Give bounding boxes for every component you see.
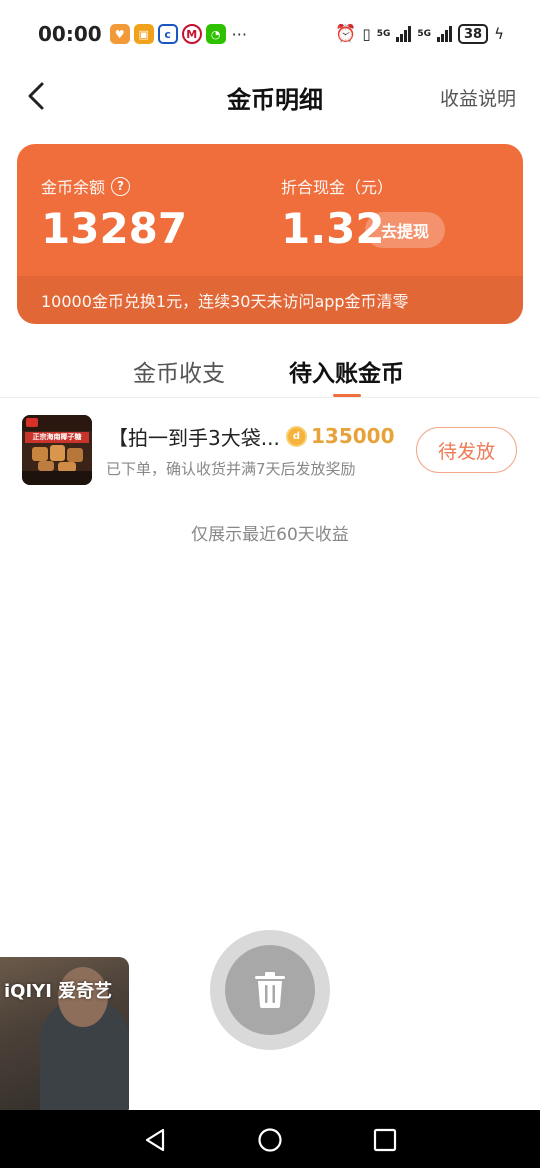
cash-equivalent-label: 折合现金（元）	[281, 178, 394, 197]
floating-delete-button[interactable]	[210, 930, 330, 1050]
iqiyi-logo: iQIYI 爱奇艺	[4, 981, 113, 1002]
status-bar: 00:00 ♥ ▣ c M ◔ ··· ⏰ ▯ 5G 5G 38 ϟ	[0, 0, 540, 68]
tab-coin-income-expense[interactable]: 金币收支	[133, 354, 225, 388]
charging-icon: ϟ	[494, 25, 504, 43]
coin-balance-label: 金币余额	[41, 178, 106, 197]
battery-icon: 38	[458, 24, 489, 44]
pending-status-button[interactable]: 待发放	[416, 427, 517, 473]
status-right: ⏰ ▯ 5G 5G 38 ϟ	[335, 24, 504, 44]
tab-bar: 金币收支 待入账金币	[0, 354, 540, 398]
app-notification-icon: ▣	[133, 24, 154, 44]
network-label: 5G	[417, 29, 431, 39]
signal-icon	[396, 26, 412, 42]
coin-balance-section: 金币余额 ? 13287	[41, 174, 187, 253]
balance-card: 金币余额 ? 13287 折合现金（元） 1.32 去提现 10000金币兑换1…	[17, 144, 523, 324]
product-thumbnail-caption: 正宗海南椰子糖	[25, 432, 89, 443]
history-range-note: 仅展示最近60天收益	[191, 525, 349, 545]
wechat-icon: ◔	[205, 24, 226, 44]
withdraw-button[interactable]: 去提现	[365, 212, 445, 248]
coin-balance-value: 13287	[41, 204, 188, 253]
signal-icon	[437, 26, 452, 42]
coin-reward-value: 135000	[311, 424, 395, 448]
list-item[interactable]: 正宗海南椰子糖 【拍一到手3大袋... d 135000 已下单，确认收货并满7…	[0, 412, 540, 492]
earnings-explanation-link[interactable]: 收益说明	[440, 84, 516, 111]
tab-pending-coins[interactable]: 待入账金币	[289, 354, 404, 388]
active-tab-indicator	[333, 394, 361, 397]
notification-icons: ♥ ▣ c M ◔	[109, 24, 226, 44]
recent-apps-square-icon[interactable]	[373, 1128, 397, 1152]
product-thumbnail: 正宗海南椰子糖	[22, 415, 92, 485]
battery-level: 38	[464, 26, 483, 42]
trash-icon	[255, 972, 285, 1008]
coin-reward: d 135000	[286, 424, 395, 448]
more-notifications-indicator: ···	[231, 24, 247, 44]
pip-video-window[interactable]: iQIYI 爱奇艺	[0, 957, 129, 1117]
network-label: 5G	[376, 29, 391, 39]
app-notification-icon: ♥	[109, 24, 130, 44]
product-title: 【拍一到手3大袋...	[108, 426, 280, 450]
app-notification-icon: c	[157, 24, 178, 44]
nav-header: 金币明细 收益说明	[0, 68, 540, 124]
question-circle-icon[interactable]: ?	[111, 176, 131, 196]
vibrate-icon: ▯	[362, 25, 371, 43]
system-navigation-bar	[0, 1110, 540, 1168]
app-notification-icon: M	[181, 24, 202, 44]
alarm-icon: ⏰	[335, 24, 357, 44]
reward-condition-text: 已下单，确认收货并满7天后发放奖励	[106, 460, 356, 478]
coin-balance-label-row: 金币余额 ?	[41, 174, 187, 198]
home-circle-icon[interactable]	[257, 1127, 283, 1153]
exchange-rule-note: 10000金币兑换1元，连续30天未访问app金币清零	[17, 276, 523, 324]
brand-badge-icon	[26, 418, 38, 427]
back-triangle-icon[interactable]	[143, 1128, 167, 1152]
coin-icon: d	[286, 425, 307, 447]
status-time: 00:00	[38, 22, 102, 46]
